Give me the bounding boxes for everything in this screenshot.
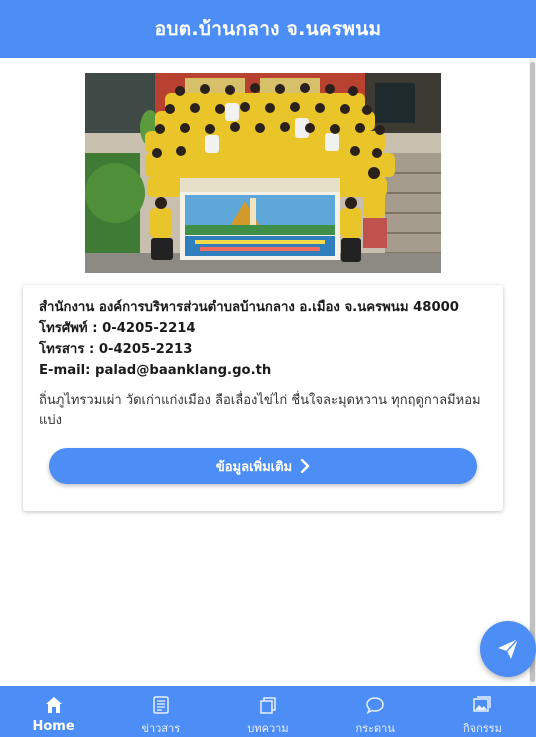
news-icon xyxy=(150,694,172,715)
board-icon xyxy=(364,694,386,715)
hero-group-photo xyxy=(85,73,441,273)
nav-news[interactable]: ข่าวสาร xyxy=(107,686,214,737)
gallery-icon xyxy=(471,694,493,715)
main-content[interactable]: สำนักงาน องค์การบริหารส่วนตำบลบ้านกลาง อ… xyxy=(0,58,529,686)
home-icon xyxy=(43,694,65,716)
vertical-scrollbar[interactable] xyxy=(529,58,536,686)
send-fab-button[interactable] xyxy=(480,621,536,677)
nav-home-label: Home xyxy=(32,719,75,734)
nav-board-label: กระดาน xyxy=(355,722,395,735)
scrollbar-thumb[interactable] xyxy=(530,62,535,682)
chevron-right-icon xyxy=(300,459,310,473)
contact-info-card: สำนักงาน องค์การบริหารส่วนตำบลบ้านกลาง อ… xyxy=(23,285,503,511)
nav-news-label: ข่าวสาร xyxy=(141,722,181,735)
top-app-bar: อบต.บ้านกลาง จ.นครพนม xyxy=(0,0,536,58)
slogan-text: ถิ่นภูไทรวมเผ่า วัดเก่าแก่งเมือง ลือเลื่… xyxy=(39,393,481,428)
bottom-navigation: Home ข่าวสาร บทความ กระดาน กิจกรรม xyxy=(0,686,536,737)
paper-plane-icon xyxy=(498,638,519,659)
nav-articles[interactable]: บทความ xyxy=(214,686,321,737)
articles-icon xyxy=(257,694,279,715)
nav-home[interactable]: Home xyxy=(0,686,107,737)
email-address: E-mail: palad@baanklang.go.th xyxy=(39,363,272,378)
office-address: สำนักงาน องค์การบริหารส่วนตำบลบ้านกลาง อ… xyxy=(39,300,459,315)
more-info-button[interactable]: ข้อมูลเพิ่มเติม xyxy=(49,448,477,484)
nav-activities-label: กิจกรรม xyxy=(462,722,502,735)
nav-board[interactable]: กระดาน xyxy=(322,686,429,737)
nav-activities[interactable]: กิจกรรม xyxy=(429,686,536,737)
fax-number: โทรสาร : 0-4205-2213 xyxy=(39,342,193,357)
app-title: อบต.บ้านกลาง จ.นครพนม xyxy=(154,18,382,40)
app-screen: อบต.บ้านกลาง จ.นครพนม สำนักงาน องค์การบร… xyxy=(0,0,536,737)
more-info-label: ข้อมูลเพิ่มเติม xyxy=(215,459,293,475)
phone-number: โทรศัพท์ : 0-4205-2214 xyxy=(39,321,196,336)
nav-articles-label: บทความ xyxy=(247,722,289,735)
